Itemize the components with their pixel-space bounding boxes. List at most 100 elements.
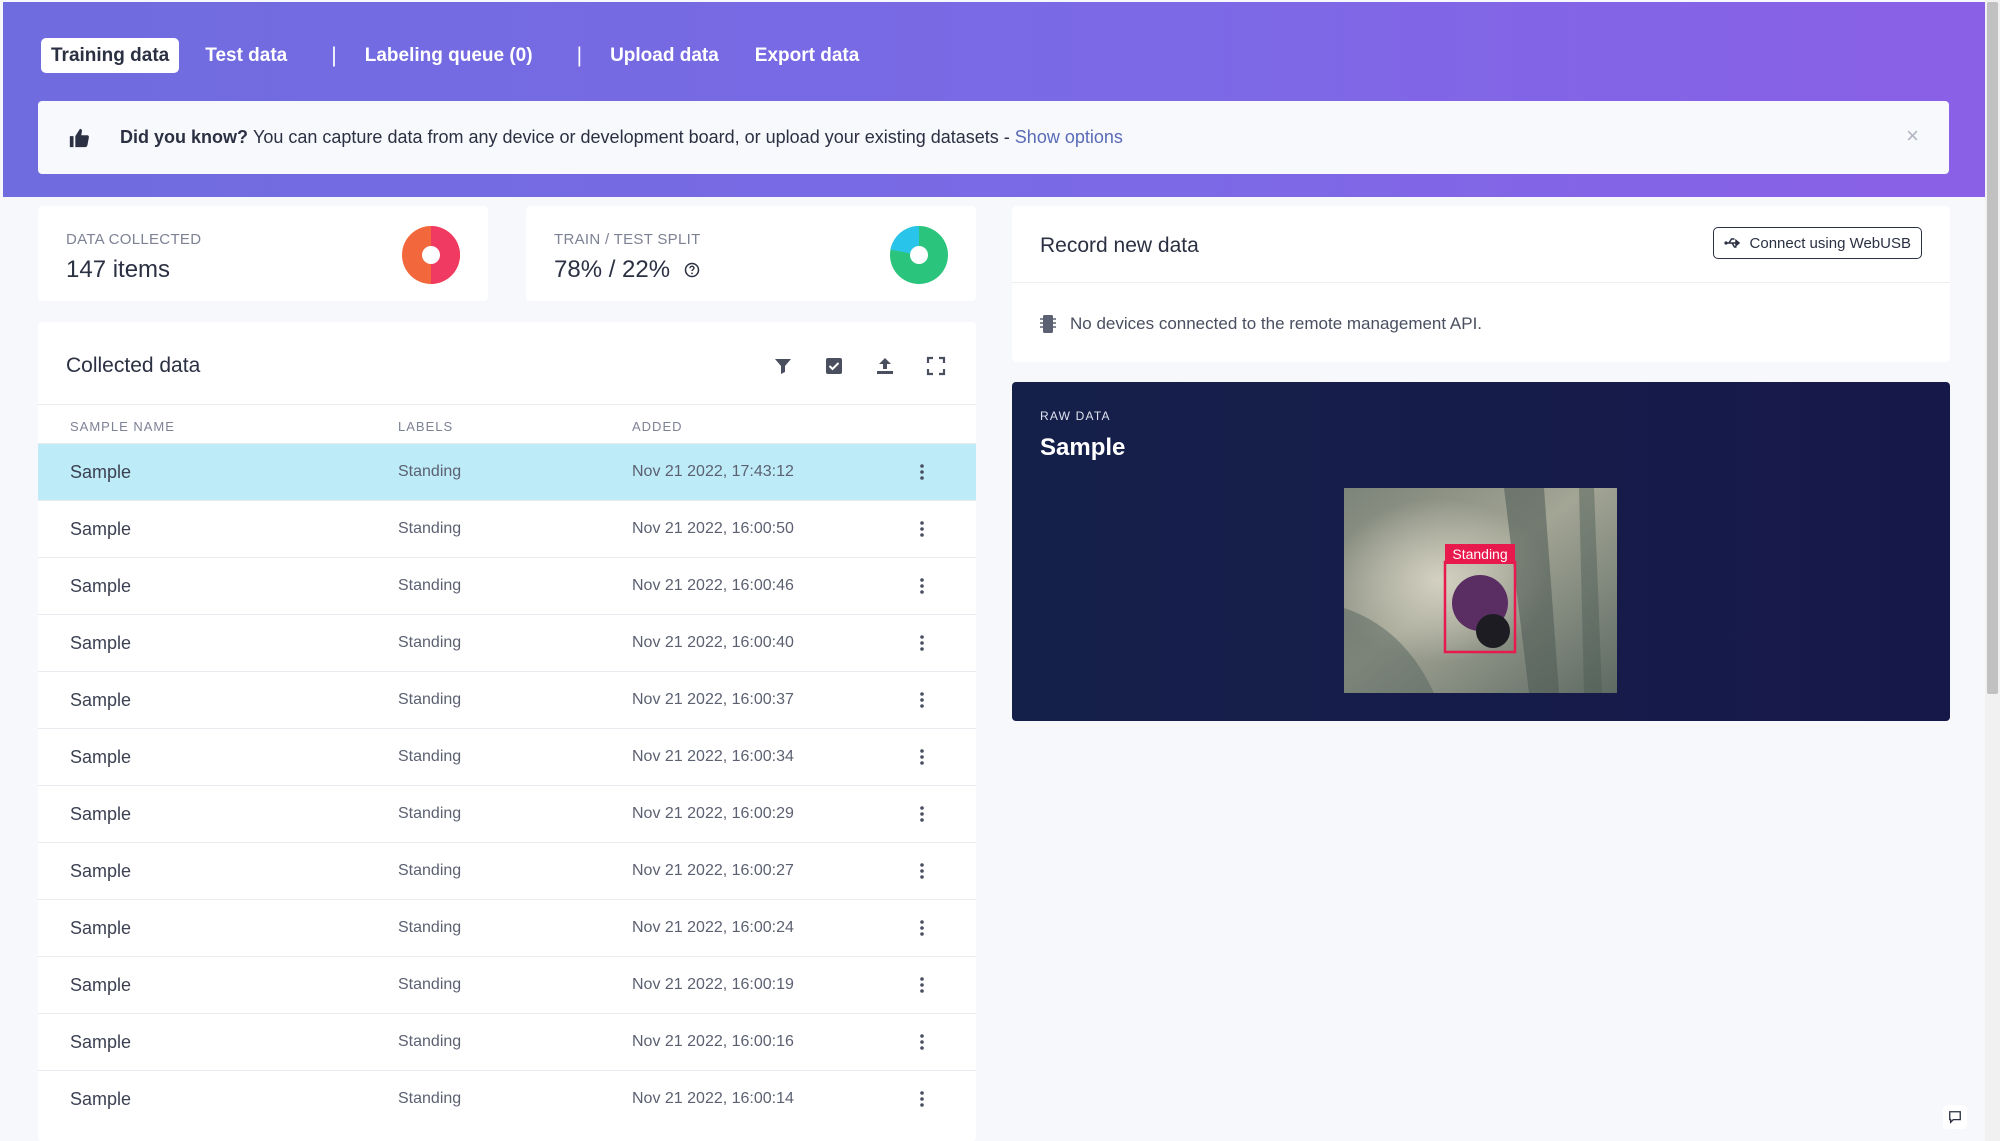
data-collected-donut xyxy=(402,226,460,284)
more-options-icon[interactable] xyxy=(912,519,932,539)
tab-labeling-queue[interactable]: Labeling queue (0) xyxy=(355,38,543,73)
sample-added: Nov 21 2022, 16:00:46 xyxy=(632,577,794,594)
sample-added: Nov 21 2022, 16:00:19 xyxy=(632,976,794,993)
upload-icon[interactable] xyxy=(875,356,895,376)
sample-label: Standing xyxy=(398,520,462,537)
tab-upload-data[interactable]: Upload data xyxy=(600,38,729,73)
table-row[interactable]: Sample Standing Nov 21 2022, 16:00:27 xyxy=(38,842,976,899)
connect-webusb-label: Connect using WebUSB xyxy=(1749,234,1911,252)
raw-data-kicker: RAW DATA xyxy=(1040,409,1111,423)
filter-icon[interactable] xyxy=(773,356,793,376)
tab-separator: | xyxy=(576,44,583,67)
bounding-box-label: Standing xyxy=(1452,546,1507,562)
table-row[interactable]: Sample Standing Nov 21 2022, 16:00:29 xyxy=(38,785,976,842)
sample-label: Standing xyxy=(398,691,462,708)
sample-name: Sample xyxy=(70,690,132,710)
banner-text: You can capture data from any device or … xyxy=(253,127,1010,147)
usb-icon xyxy=(1723,238,1740,248)
data-collected-label: DATA COLLECTED xyxy=(66,231,202,248)
table-header: SAMPLE NAME LABELS ADDED xyxy=(38,404,976,443)
table-row[interactable]: Sample Standing Nov 21 2022, 16:00:19 xyxy=(38,956,976,1013)
data-collected-card: DATA COLLECTED 147 items xyxy=(38,206,488,301)
sample-label: Standing xyxy=(398,862,462,879)
sample-name: Sample xyxy=(70,918,132,938)
tab-test-data[interactable]: Test data xyxy=(195,38,297,73)
sample-label: Standing xyxy=(398,919,462,936)
sample-label: Standing xyxy=(398,634,462,651)
table-row[interactable]: Sample Standing Nov 21 2022, 16:00:40 xyxy=(38,614,976,671)
tab-training-data[interactable]: Training data xyxy=(41,38,180,73)
no-devices-message: No devices connected to the remote manag… xyxy=(1040,314,1482,334)
sample-label: Standing xyxy=(398,1090,462,1107)
sample-added: Nov 21 2022, 16:00:34 xyxy=(632,748,794,765)
collected-data-panel: Collected data SAMPLE NAME LABELS ADDED … xyxy=(38,322,976,1141)
more-options-icon[interactable] xyxy=(912,1089,932,1109)
no-devices-text: No devices connected to the remote manag… xyxy=(1070,314,1483,333)
close-icon[interactable]: × xyxy=(1906,125,1919,147)
column-labels: LABELS xyxy=(398,419,454,434)
data-collected-value: 147 items xyxy=(66,256,170,284)
table-row[interactable]: Sample Standing Nov 21 2022, 16:00:16 xyxy=(38,1013,976,1070)
more-options-icon[interactable] xyxy=(912,633,932,653)
more-options-icon[interactable] xyxy=(912,690,932,710)
sample-name: Sample xyxy=(70,462,132,482)
sample-added: Nov 21 2022, 16:00:40 xyxy=(632,634,794,651)
device-chip-icon xyxy=(1040,315,1056,333)
more-options-icon[interactable] xyxy=(912,1032,932,1052)
sample-added: Nov 21 2022, 16:00:16 xyxy=(632,1033,794,1050)
train-test-split-card: TRAIN / TEST SPLIT 78% / 22% xyxy=(526,206,976,301)
sample-added: Nov 21 2022, 17:43:12 xyxy=(632,463,794,480)
split-label: TRAIN / TEST SPLIT xyxy=(554,231,701,248)
sample-list: Sample Standing Nov 21 2022, 17:43:12 Sampl… xyxy=(38,443,976,1127)
expand-icon[interactable] xyxy=(926,356,946,376)
table-row[interactable]: Sample Standing Nov 21 2022, 16:00:14 xyxy=(38,1070,976,1127)
more-options-icon[interactable] xyxy=(912,918,932,938)
table-row[interactable]: Sample Standing Nov 21 2022, 16:00:46 xyxy=(38,557,976,614)
image-person-head xyxy=(1476,614,1510,648)
more-options-icon[interactable] xyxy=(912,576,932,596)
sample-name: Sample xyxy=(70,861,132,881)
more-options-icon[interactable] xyxy=(912,975,932,995)
sample-label: Standing xyxy=(398,463,462,480)
split-percent: 78% / 22% xyxy=(554,256,671,283)
more-options-icon[interactable] xyxy=(912,804,932,824)
table-row[interactable]: Sample Standing Nov 21 2022, 16:00:37 xyxy=(38,671,976,728)
collected-data-toolbar xyxy=(742,356,946,376)
help-icon[interactable] xyxy=(684,262,700,278)
banner-heading: Did you know? xyxy=(120,127,248,147)
table-row[interactable]: Sample Standing Nov 21 2022, 16:00:24 xyxy=(38,899,976,956)
sample-name: Sample xyxy=(70,975,132,995)
raw-data-panel: RAW DATA Sample Standing xyxy=(1012,382,1950,721)
sample-added: Nov 21 2022, 16:00:27 xyxy=(632,862,794,879)
collected-data-title: Collected data xyxy=(66,354,201,377)
sample-image: Standing xyxy=(1344,488,1617,693)
scrollbar-thumb[interactable] xyxy=(1987,2,1998,694)
record-new-data-panel: Record new data Connect using WebUSB No … xyxy=(1012,206,1950,362)
show-options-link[interactable]: Show options xyxy=(1015,127,1123,148)
feedback-icon[interactable] xyxy=(1943,1105,1967,1129)
more-options-icon[interactable] xyxy=(912,747,932,767)
record-divider xyxy=(1012,282,1950,283)
more-options-icon[interactable] xyxy=(912,861,932,881)
page-scrollbar[interactable] xyxy=(1985,0,2000,1141)
table-row[interactable]: Sample Standing Nov 21 2022, 16:00:50 xyxy=(38,500,976,557)
column-added: ADDED xyxy=(632,419,683,434)
record-title: Record new data xyxy=(1040,234,1199,257)
table-row[interactable]: Sample Standing Nov 21 2022, 17:43:12 xyxy=(38,443,976,500)
sample-label: Standing xyxy=(398,577,462,594)
column-sample-name: SAMPLE NAME xyxy=(70,419,175,434)
data-tabs: Training data Test data | Labeling queue… xyxy=(41,38,885,73)
select-checkbox-icon[interactable] xyxy=(824,356,844,376)
more-options-icon[interactable] xyxy=(912,462,932,482)
sample-label: Standing xyxy=(398,976,462,993)
sample-label: Standing xyxy=(398,1033,462,1050)
connect-webusb-button[interactable]: Connect using WebUSB xyxy=(1712,227,1922,259)
raw-data-title: Sample xyxy=(1040,434,1126,461)
sample-added: Nov 21 2022, 16:00:50 xyxy=(632,520,794,537)
sample-name: Sample xyxy=(70,747,132,767)
sample-added: Nov 21 2022, 16:00:29 xyxy=(632,805,794,822)
tab-export-data[interactable]: Export data xyxy=(745,38,870,73)
sample-added: Nov 21 2022, 16:00:14 xyxy=(632,1090,794,1107)
table-row[interactable]: Sample Standing Nov 21 2022, 16:00:34 xyxy=(38,728,976,785)
donut-hole xyxy=(910,246,928,264)
